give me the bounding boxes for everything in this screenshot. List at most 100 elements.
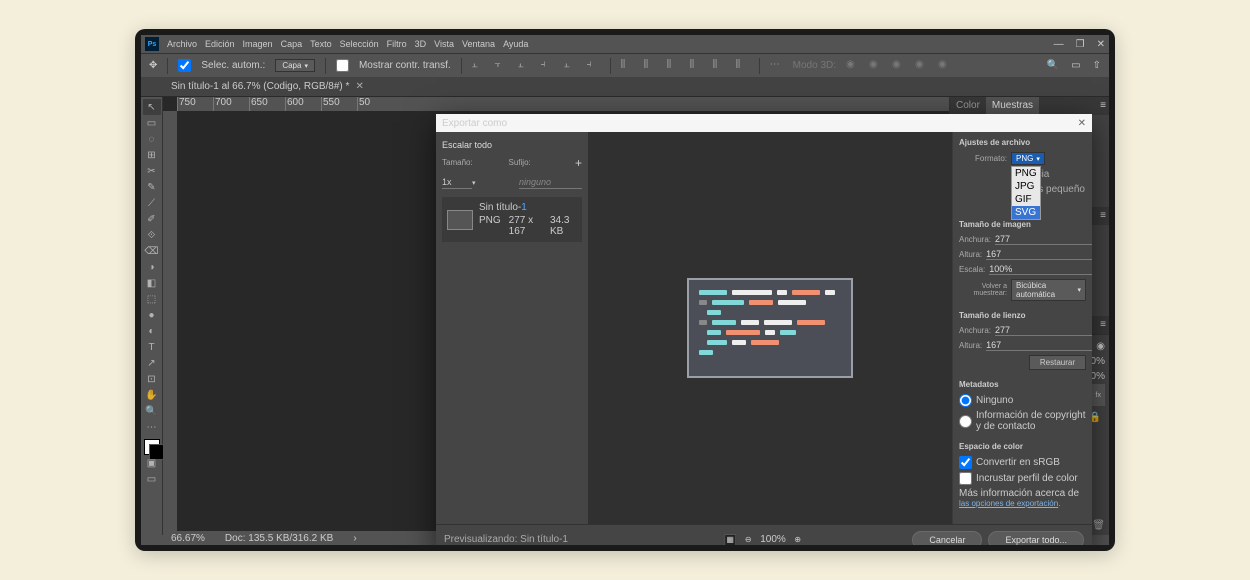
search-icon[interactable]: 🔍: [1047, 60, 1059, 71]
fx-label[interactable]: fx: [1096, 392, 1101, 399]
zoom-tool[interactable]: 🔍: [143, 403, 161, 419]
align-left-icon[interactable]: ⫞: [541, 59, 554, 72]
format-dropdown[interactable]: PNG: [1011, 152, 1045, 165]
tab-swatches[interactable]: Muestras: [986, 97, 1039, 115]
suffix-input[interactable]: [519, 176, 582, 189]
align-bottom-icon[interactable]: ⫠: [518, 59, 531, 72]
transform-checkbox[interactable]: [336, 59, 349, 72]
magic-wand-tool[interactable]: ⊞: [143, 147, 161, 163]
shape-tool[interactable]: ⊡: [143, 371, 161, 387]
menu-edicion[interactable]: Edición: [205, 39, 235, 49]
asset-item[interactable]: Sin título-1 PNG 277 x 167 34.3 KB: [442, 197, 582, 242]
edit-toolbar[interactable]: ⋯: [143, 419, 161, 435]
format-option-jpg[interactable]: JPG: [1012, 180, 1040, 193]
filter-icon[interactable]: ◉: [1096, 341, 1105, 352]
export-all-button[interactable]: Exportar todo...: [988, 531, 1084, 546]
marquee-tool[interactable]: ▭: [143, 115, 161, 131]
cheight-input[interactable]: [986, 340, 1092, 351]
menu-seleccion[interactable]: Selección: [340, 39, 379, 49]
menu-filtro[interactable]: Filtro: [387, 39, 407, 49]
3d-icon[interactable]: ◉: [892, 59, 905, 72]
hand-tool[interactable]: ✋: [143, 387, 161, 403]
align-vcenter-icon[interactable]: ⫟: [495, 59, 508, 72]
distribute-icon[interactable]: ⫼: [621, 59, 634, 72]
share-icon[interactable]: ⇧: [1093, 60, 1101, 71]
quickmask-icon[interactable]: ▣: [143, 455, 161, 471]
panel-menu-icon[interactable]: ≡: [1097, 97, 1109, 115]
format-option-gif[interactable]: GIF: [1012, 193, 1040, 206]
align-hcenter-icon[interactable]: ⫠: [564, 59, 577, 72]
export-options-link[interactable]: las opciones de exportación: [959, 499, 1058, 508]
move-tool[interactable]: ↖: [143, 99, 161, 115]
eraser-tool[interactable]: ◑: [143, 259, 161, 275]
format-option-png[interactable]: PNG: [1012, 167, 1040, 180]
menu-ayuda[interactable]: Ayuda: [503, 39, 528, 49]
cwidth-input[interactable]: [995, 325, 1092, 336]
add-size-button[interactable]: +: [575, 156, 582, 170]
menu-texto[interactable]: Texto: [310, 39, 332, 49]
distribute-icon[interactable]: ⫼: [713, 59, 726, 72]
panel-menu-icon[interactable]: ≡: [1097, 207, 1109, 225]
lasso-tool[interactable]: ◌: [143, 131, 161, 147]
menu-capa[interactable]: Capa: [281, 39, 303, 49]
metadata-none-radio[interactable]: [959, 394, 972, 407]
zoom-in-icon[interactable]: ⊕: [792, 534, 804, 546]
window-minimize[interactable]: —: [1054, 39, 1064, 50]
gradient-tool[interactable]: ◧: [143, 275, 161, 291]
panel-menu-icon[interactable]: ≡: [1097, 316, 1109, 334]
pen-tool[interactable]: ◐: [143, 323, 161, 339]
delete-icon[interactable]: 🗑: [1092, 520, 1105, 531]
srgb-checkbox[interactable]: [959, 456, 972, 469]
crop-tool[interactable]: ✂: [143, 163, 161, 179]
height-input[interactable]: [986, 249, 1092, 260]
resample-dropdown[interactable]: Bicúbica automática: [1011, 279, 1086, 301]
stamp-tool[interactable]: ⟐: [143, 227, 161, 243]
autoselect-dropdown[interactable]: Capa: [275, 59, 315, 72]
size-select[interactable]: 1x: [442, 176, 472, 189]
window-close[interactable]: ✕: [1097, 39, 1105, 50]
3d-icon[interactable]: ◉: [869, 59, 882, 72]
dodge-tool[interactable]: ●: [143, 307, 161, 323]
format-option-svg[interactable]: SVG: [1012, 206, 1040, 219]
eyedropper-tool[interactable]: ✎: [143, 179, 161, 195]
blur-tool[interactable]: ⬚: [143, 291, 161, 307]
color-swatch[interactable]: [144, 439, 160, 455]
tab-close-icon[interactable]: ✕: [355, 81, 363, 92]
width-input[interactable]: [995, 234, 1092, 245]
menu-ventana[interactable]: Ventana: [462, 39, 495, 49]
brush-tool[interactable]: ✐: [143, 211, 161, 227]
distribute-icon[interactable]: ⫼: [667, 59, 680, 72]
autoselect-checkbox[interactable]: [178, 59, 191, 72]
more-icon[interactable]: ⋯: [770, 59, 783, 72]
document-tab[interactable]: Sin título-1 al 66.7% (Codigo, RGB/8#) *…: [163, 79, 372, 94]
cancel-button[interactable]: Cancelar: [912, 531, 982, 546]
3d-icon[interactable]: ◉: [915, 59, 928, 72]
distribute-icon[interactable]: ⫼: [736, 59, 749, 72]
3d-icon[interactable]: ◉: [846, 59, 859, 72]
type-tool[interactable]: T: [143, 339, 161, 355]
3d-icon[interactable]: ◉: [938, 59, 951, 72]
embed-checkbox[interactable]: [959, 472, 972, 485]
tab-color[interactable]: Color: [950, 97, 986, 115]
history-brush-tool[interactable]: ⌫: [143, 243, 161, 259]
menu-3d[interactable]: 3D: [415, 39, 427, 49]
align-right-icon[interactable]: ⫞: [587, 59, 600, 72]
zoom-out-icon[interactable]: ⊖: [742, 534, 754, 546]
restore-button[interactable]: Restaurar: [1029, 355, 1086, 370]
window-maximize[interactable]: ❐: [1076, 39, 1085, 50]
align-top-icon[interactable]: ⫠: [472, 59, 485, 72]
chevron-right-icon[interactable]: ›: [353, 533, 356, 544]
screenmode-icon[interactable]: ▭: [143, 471, 161, 487]
scale-input[interactable]: [989, 264, 1092, 275]
dialog-close-icon[interactable]: ✕: [1078, 118, 1086, 129]
checkerboard-icon[interactable]: ▦: [724, 534, 736, 546]
distribute-icon[interactable]: ⫼: [644, 59, 657, 72]
menu-archivo[interactable]: Archivo: [167, 39, 197, 49]
frame-icon[interactable]: ▭: [1071, 60, 1080, 71]
path-tool[interactable]: ↗: [143, 355, 161, 371]
distribute-icon[interactable]: ⫼: [690, 59, 703, 72]
menu-vista[interactable]: Vista: [434, 39, 454, 49]
menu-imagen[interactable]: Imagen: [243, 39, 273, 49]
healing-tool[interactable]: ⟋: [143, 195, 161, 211]
zoom-level[interactable]: 66.67%: [171, 533, 205, 544]
